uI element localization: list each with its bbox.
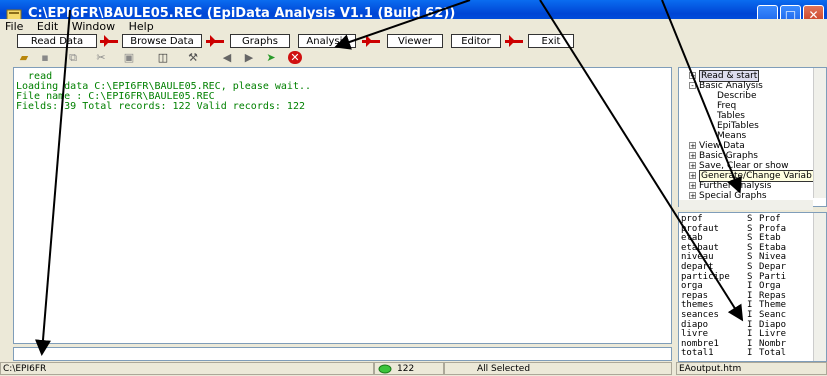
variable-label: Nivea	[759, 252, 787, 263]
expand-icon[interactable]: +	[689, 72, 696, 80]
menu-edit[interactable]: Edit	[32, 19, 63, 34]
variable-label: Repas	[759, 290, 787, 301]
expand-icon[interactable]: +	[689, 162, 696, 170]
copy-icon[interactable]: ⧉	[66, 51, 80, 64]
menu-file[interactable]: File	[0, 19, 28, 34]
tree-item[interactable]: EpiTables	[717, 121, 759, 131]
tree-item-label: Describe	[717, 91, 757, 101]
exit-button[interactable]: Exit	[528, 34, 574, 48]
tree-item[interactable]: Tables	[717, 111, 745, 121]
expand-icon[interactable]: +	[689, 142, 696, 150]
menu-window[interactable]: Window	[67, 19, 120, 34]
viewer-button[interactable]: Viewer	[387, 34, 443, 48]
menu-help[interactable]: Help	[124, 19, 159, 34]
variable-label: Diapo	[759, 319, 787, 330]
read-data-button[interactable]: Read Data	[17, 34, 97, 48]
window-icon[interactable]: ◫	[156, 51, 170, 64]
collapse-icon[interactable]: -	[689, 82, 696, 90]
variable-label: Orga	[759, 281, 781, 292]
cut-icon[interactable]: ✂	[94, 51, 108, 64]
variable-label: Livre	[759, 329, 787, 340]
tools-icon[interactable]: ⚒	[186, 51, 200, 64]
command-tree[interactable]: + Read & start - Basic Analysis Describe Freq…	[678, 67, 827, 207]
variable-label: Profa	[759, 223, 787, 234]
variable-label: Depar	[759, 262, 787, 272]
variable-label: Prof	[759, 214, 781, 224]
red-arrow-icon	[206, 35, 224, 47]
tree-item[interactable]: + View Data	[689, 141, 745, 151]
tree-item[interactable]: Freq	[717, 101, 736, 111]
tree-item[interactable]: Describe	[717, 91, 757, 101]
tree-item-label: Freq	[717, 101, 737, 111]
red-arrow-icon	[362, 35, 380, 47]
menu-bar: File Edit Window Help	[0, 19, 827, 34]
analysis-button[interactable]: Analysis	[298, 34, 356, 48]
command-input[interactable]	[13, 347, 672, 361]
red-arrow-icon	[100, 35, 118, 47]
tree-item[interactable]: + Further Analysis	[689, 181, 772, 191]
paste-icon[interactable]: ▣	[122, 51, 136, 64]
tree-item-label: Basic Graphs	[699, 151, 758, 161]
back-icon[interactable]: ◀	[220, 51, 234, 64]
variable-label: Total	[759, 348, 787, 359]
status-path: C:\EPI6FR	[0, 362, 374, 375]
tree-item-label: Means	[717, 131, 747, 141]
save-icon[interactable]: ▪	[38, 51, 52, 64]
tree-item[interactable]: + Read & start	[689, 70, 760, 82]
tree-item[interactable]: + Generate/Change Variab	[689, 170, 814, 182]
stop-icon[interactable]: ✕	[288, 51, 302, 64]
tree-vertical-scrollbar[interactable]	[813, 68, 826, 198]
variable-label: Parti	[759, 271, 787, 282]
status-output-file: EAoutput.htm	[676, 362, 827, 375]
variable-list-scrollbar[interactable]	[813, 213, 826, 361]
tree-item-label: Basic Analysis	[699, 81, 763, 91]
variable-label: Theme	[759, 300, 787, 311]
output-window[interactable]: read Loading data C:\EPI6FR\BAULE05.REC,…	[13, 67, 672, 344]
run-icon[interactable]: ➤	[264, 51, 278, 64]
tree-item-label: View Data	[699, 141, 745, 151]
tree-item-label: Further Analysis	[699, 181, 772, 191]
graphs-button[interactable]: Graphs	[230, 34, 290, 48]
variable-row[interactable]: total1 I Total	[681, 348, 786, 359]
tree-item[interactable]: + Basic Graphs	[689, 151, 758, 161]
red-arrow-icon	[505, 35, 523, 47]
variable-label: Etaba	[759, 242, 787, 253]
application-window: C:\EPI6FR\BAULE05.REC (EpiData Analysis …	[0, 0, 827, 376]
status-bar: C:\EPI6FR 122 All Selected EAoutput.htm	[0, 362, 827, 376]
output-line: Fields: 39 Total records: 122 Valid reco…	[16, 101, 305, 112]
forward-icon[interactable]: ▶	[242, 51, 256, 64]
open-folder-icon[interactable]: ▰	[17, 51, 31, 64]
tree-item-label: Tables	[717, 111, 745, 121]
browse-data-button[interactable]: Browse Data	[122, 34, 202, 48]
variable-label: Nombr	[759, 338, 787, 349]
editor-button[interactable]: Editor	[451, 34, 501, 48]
tree-item[interactable]: Means	[717, 131, 746, 141]
variable-list[interactable]: prof S Prof profaut S Profa etab S Etab etabaut S E…	[678, 212, 827, 362]
expand-icon[interactable]: +	[689, 172, 696, 180]
status-selection: All Selected	[444, 362, 672, 375]
variable-type: I	[747, 348, 753, 359]
tree-item[interactable]: - Basic Analysis	[689, 81, 763, 91]
variable-name: total1	[681, 348, 714, 359]
expand-icon[interactable]: +	[689, 182, 696, 190]
tree-horizontal-scrollbar[interactable]	[679, 200, 813, 210]
tree-item-label: EpiTables	[717, 121, 759, 131]
expand-icon[interactable]: +	[689, 192, 696, 200]
variable-label: Seanc	[759, 310, 787, 320]
expand-icon[interactable]: +	[689, 152, 696, 160]
record-indicator-icon	[378, 364, 392, 374]
variable-label: Etab	[759, 233, 781, 244]
